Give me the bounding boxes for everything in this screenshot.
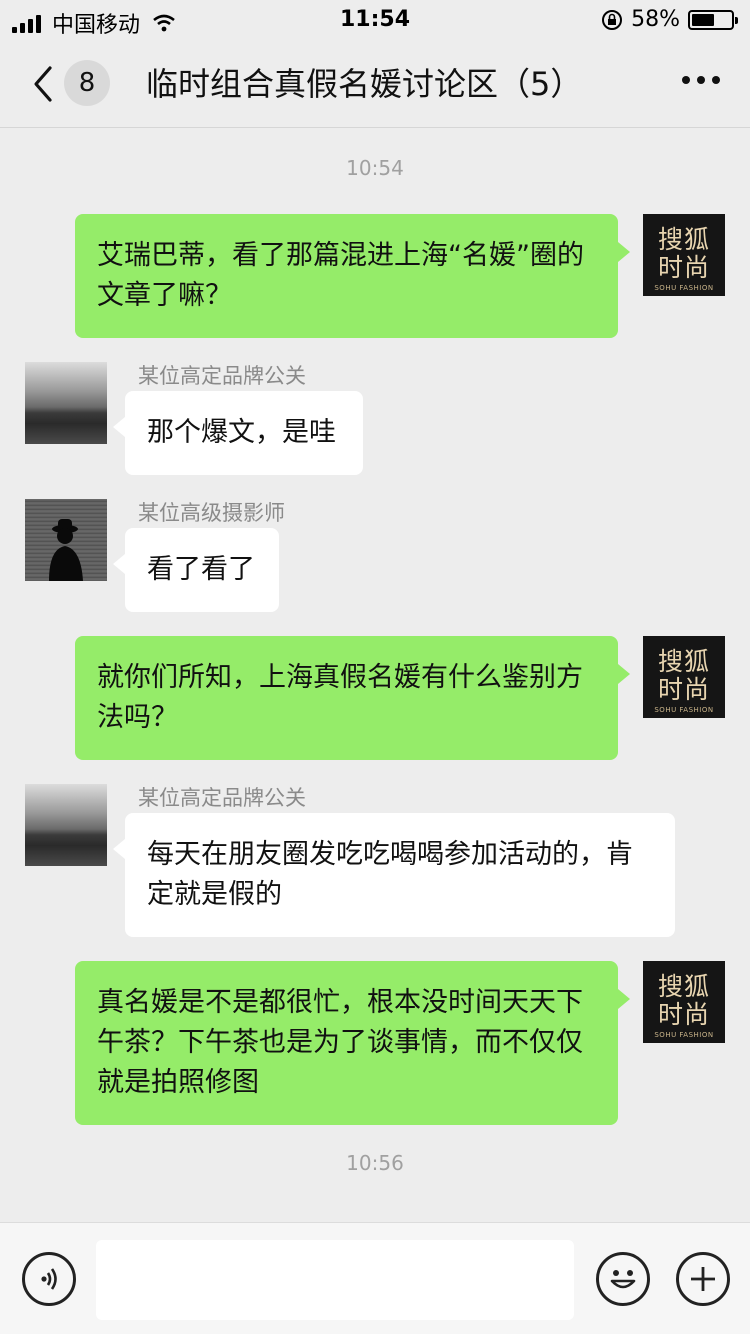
- sender-avatar[interactable]: [25, 499, 107, 581]
- input-bar: [0, 1222, 750, 1334]
- status-right: 58%: [601, 7, 738, 32]
- timestamp: 10:54: [346, 156, 404, 180]
- outgoing-message[interactable]: 就你们所知，上海真假名媛有什么鉴别方法吗？: [75, 636, 630, 760]
- sender-name: 某位高定品牌公关: [138, 786, 306, 810]
- message-input[interactable]: [96, 1240, 574, 1320]
- chat-header: 8 临时组合真假名媛讨论区（5）: [0, 40, 750, 128]
- battery-percent: 58%: [631, 7, 680, 32]
- self-avatar[interactable]: 搜狐 时尚 SOHU FASHION: [643, 636, 725, 718]
- timestamp: 10:56: [346, 1151, 404, 1175]
- chat-title: 临时组合真假名媛讨论区（5）: [146, 65, 583, 103]
- battery-icon: [688, 9, 738, 30]
- incoming-message[interactable]: 看了看了: [113, 528, 279, 612]
- more-dots-icon[interactable]: [675, 76, 720, 84]
- sender-avatar[interactable]: [25, 362, 107, 444]
- battery-level: [692, 13, 715, 26]
- status-bar: 中国移动 11:54 58%: [0, 0, 750, 40]
- unread-badge[interactable]: 8: [64, 60, 110, 106]
- sender-name: 某位高级摄影师: [138, 501, 285, 525]
- self-avatar[interactable]: 搜狐 时尚 SOHU FASHION: [643, 961, 725, 1043]
- incoming-message[interactable]: 那个爆文，是哇: [113, 391, 363, 475]
- plus-icon[interactable]: [676, 1252, 730, 1306]
- rotation-lock-icon: [602, 9, 623, 30]
- outgoing-message[interactable]: 艾瑞巴蒂，看了那篇混进上海“名媛”圈的文章了嘛？: [75, 214, 630, 338]
- sender-avatar[interactable]: [25, 784, 107, 866]
- sender-name: 某位高定品牌公关: [138, 364, 306, 388]
- outgoing-message[interactable]: 真名媛是不是都很忙，根本没时间天天下午茶？下午茶也是为了谈事情，而不仅仅就是拍照…: [75, 961, 630, 1125]
- incoming-message[interactable]: 每天在朋友圈发吃吃喝喝参加活动的，肯定就是假的: [113, 813, 675, 937]
- person-silhouette-icon: [49, 519, 83, 581]
- emoji-icon[interactable]: [596, 1252, 650, 1306]
- self-avatar[interactable]: 搜狐 时尚 SOHU FASHION: [643, 214, 725, 296]
- voice-icon[interactable]: [22, 1252, 76, 1306]
- chevron-left-icon[interactable]: [28, 62, 58, 106]
